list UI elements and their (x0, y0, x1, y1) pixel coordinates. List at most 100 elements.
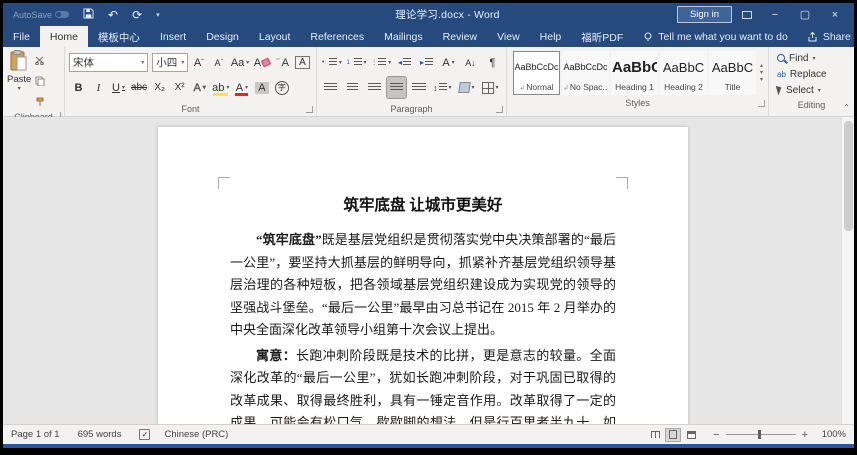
tab-review[interactable]: Review (433, 26, 487, 47)
format-painter-icon[interactable] (35, 94, 46, 112)
line-spacing-button[interactable]: ↕ (431, 77, 454, 98)
style-no-spacing[interactable]: AaBbCcDc ↲No Spac... (562, 51, 609, 95)
document-paragraph-1[interactable]: “筑牢底盘”既是基层党组织是贯彻落实党中央决策部署的“最后一公里”，要坚持大抓基… (230, 229, 616, 342)
tab-insert[interactable]: Insert (150, 26, 196, 47)
select-button[interactable]: Select ▾ (775, 83, 846, 97)
copy-icon[interactable] (35, 73, 46, 91)
tab-foxit-pdf[interactable]: 福昕PDF (571, 26, 633, 47)
strikethrough-button[interactable]: abc (129, 77, 149, 98)
clear-formatting-button[interactable]: A (252, 52, 272, 73)
distribute-button[interactable] (409, 77, 428, 98)
font-color-button[interactable]: A (232, 77, 251, 98)
subscript-button[interactable]: X₂ (150, 77, 169, 98)
save-icon[interactable] (83, 8, 94, 21)
tab-help[interactable]: Help (530, 26, 572, 47)
read-mode-button[interactable] (647, 428, 663, 442)
styles-more-icon[interactable]: ▾ (760, 77, 763, 83)
numbering-button[interactable]: 1 (346, 52, 368, 73)
share-button[interactable]: Share (798, 26, 854, 47)
language-indicator[interactable]: Chinese (PRC) (164, 429, 228, 440)
underline-button[interactable]: U (109, 77, 128, 98)
enclose-characters-button[interactable]: 字 (272, 77, 291, 98)
paragraph-dialog-launcher-icon[interactable] (496, 106, 503, 113)
styles-scroll-up-icon[interactable]: ▴ (760, 63, 763, 69)
zoom-percentage[interactable]: 100% (814, 429, 846, 440)
styles-gallery-scroll[interactable]: ▴ ▾ ▾ (758, 51, 765, 95)
asian-layout-button[interactable]: A (439, 52, 458, 73)
paste-button[interactable]: Paste ▾ (7, 50, 31, 112)
tab-references[interactable]: References (300, 26, 374, 47)
undo-icon[interactable]: ↶ (108, 9, 118, 21)
tab-layout[interactable]: Layout (249, 26, 301, 47)
increase-indent-button[interactable]: ▸ (417, 52, 436, 73)
document-area[interactable]: 筑牢底盘 让城市更美好 “筑牢底盘”既是基层党组织是贯彻落实党中央决策部署的“最… (3, 117, 854, 424)
font-name-combo[interactable]: 宋体 ▾ (69, 53, 149, 72)
bold-button[interactable]: B (69, 77, 88, 98)
find-button[interactable]: Find ▾ (777, 51, 846, 65)
tab-mailings[interactable]: Mailings (374, 26, 433, 47)
cut-icon[interactable] (35, 52, 46, 70)
sort-button[interactable]: A↓ (461, 52, 480, 73)
superscript-button[interactable]: X² (170, 77, 189, 98)
scrollbar-thumb[interactable] (844, 121, 853, 231)
word-count[interactable]: 695 words (78, 429, 122, 440)
grow-font-button[interactable]: A (189, 52, 208, 73)
qat-customize-icon[interactable]: ▾ (156, 11, 160, 19)
character-shading-button[interactable]: A (252, 77, 271, 98)
vertical-scrollbar[interactable] (841, 117, 854, 424)
document-paragraph-2[interactable]: 寓意：长跑冲刺阶段既是技术的比拼，更是意志的较量。全面深化改革的“最后一公里”，… (230, 345, 616, 425)
spellcheck-icon[interactable]: ✓ (139, 429, 151, 440)
font-dialog-launcher-icon[interactable] (306, 106, 313, 113)
document-page[interactable]: 筑牢底盘 让城市更美好 “筑牢底盘”既是基层党组织是贯彻落实党中央决策部署的“最… (158, 127, 688, 424)
zoom-slider-thumb[interactable] (757, 430, 761, 439)
shrink-font-button[interactable]: A (209, 52, 228, 73)
tab-view[interactable]: View (487, 26, 530, 47)
collapse-ribbon-icon[interactable]: ⌃ (843, 103, 850, 112)
italic-button[interactable]: I (89, 77, 108, 98)
page-indicator[interactable]: Page 1 of 1 (11, 429, 60, 440)
tab-template-center[interactable]: 模板中心 (88, 26, 150, 47)
zoom-in-icon[interactable]: + (802, 429, 808, 441)
minimize-button[interactable]: − (762, 5, 788, 24)
tell-me-box[interactable]: Tell me what you want to do (633, 26, 798, 47)
zoom-out-icon[interactable]: − (713, 429, 719, 441)
bullets-button[interactable]: • (321, 52, 343, 73)
sign-in-button[interactable]: Sign in (676, 6, 732, 23)
ribbon-display-options-icon[interactable] (736, 7, 758, 23)
replace-button[interactable]: ab Replace (777, 67, 846, 81)
editing-group-label: Editing (797, 99, 826, 110)
borders-button[interactable] (480, 77, 501, 98)
shading-button[interactable] (457, 77, 477, 98)
style-heading1[interactable]: AaBbC Heading 1 (611, 51, 658, 95)
align-center-button[interactable] (343, 77, 362, 98)
character-border-button[interactable]: A (293, 52, 312, 73)
style-heading2[interactable]: AaBbC Heading 2 (660, 51, 707, 95)
style-title[interactable]: AaBbC Title (709, 51, 756, 95)
redo-icon[interactable]: ⟳ (132, 9, 142, 21)
document-heading[interactable]: 筑牢底盘 让城市更美好 (230, 193, 616, 215)
justify-button[interactable] (386, 76, 407, 99)
styles-dialog-launcher-icon[interactable] (758, 100, 765, 107)
autosave-toggle[interactable]: AutoSave (13, 10, 70, 20)
print-layout-button[interactable] (665, 427, 682, 442)
restore-button[interactable]: ▢ (792, 5, 818, 24)
font-size-combo[interactable]: 小四 ▾ (152, 53, 189, 72)
web-layout-button[interactable] (683, 428, 699, 442)
decrease-indent-button[interactable]: ◂ (395, 52, 414, 73)
highlight-color-button[interactable]: ab (210, 77, 231, 98)
align-left-button[interactable] (321, 77, 340, 98)
tab-home[interactable]: Home (39, 26, 88, 47)
tab-design[interactable]: Design (196, 26, 249, 47)
web-layout-icon (686, 430, 696, 439)
text-effects-button[interactable]: A (190, 77, 209, 98)
multilevel-list-button[interactable]: ⋮ (370, 52, 392, 73)
style-normal[interactable]: AaBbCcDc ↲Normal (513, 51, 560, 95)
styles-scroll-down-icon[interactable]: ▾ (760, 70, 763, 76)
zoom-slider[interactable] (725, 430, 796, 439)
phonetic-guide-button[interactable]: A (273, 52, 292, 73)
close-button[interactable]: × (822, 5, 848, 24)
show-hide-marks-button[interactable]: ¶ (483, 52, 502, 73)
align-right-button[interactable] (365, 77, 384, 98)
change-case-button[interactable]: Aa (229, 52, 250, 73)
tab-file[interactable]: File (3, 26, 40, 47)
